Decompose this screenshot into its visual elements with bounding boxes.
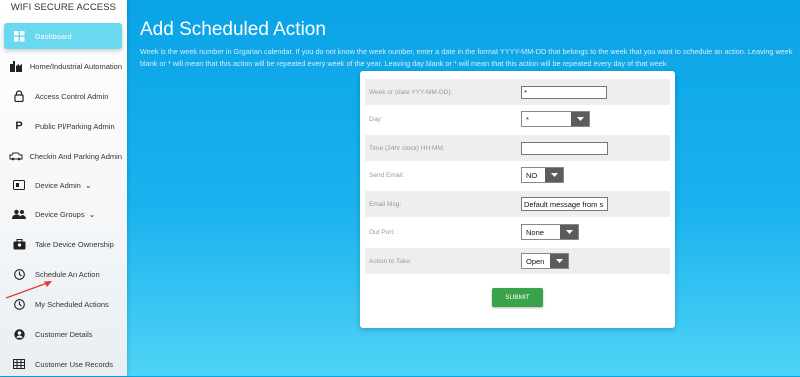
out-port-row: Out Port: None	[365, 219, 670, 245]
action-row: Action to Take: Open	[365, 248, 670, 274]
week-row: Week or (date YYY-MM-DD):	[365, 79, 670, 105]
day-select[interactable]: *	[521, 111, 590, 127]
time-input[interactable]	[521, 141, 608, 155]
action-label: Action to Take:	[369, 257, 412, 265]
sidebar-item-parking-admin[interactable]: P Public Pl/Parking Admin	[4, 113, 122, 139]
sidebar-item-label: Dashboard	[35, 31, 72, 41]
sidebar-item-home-automation[interactable]: Home/Industrial Automation	[4, 53, 122, 79]
out-port-select[interactable]: None	[521, 224, 579, 240]
device-icon	[8, 180, 30, 190]
send-email-label: Send Email:	[369, 171, 405, 179]
parking-icon: P	[15, 120, 23, 132]
sidebar-item-device-admin[interactable]: Device Admin ⌄	[4, 172, 122, 198]
sidebar-item-checkin-parking[interactable]: Checkin And Parking Admin	[4, 143, 122, 169]
action-select[interactable]: Open	[521, 253, 569, 269]
sidebar-item-take-ownership[interactable]: Take Device Ownership	[4, 231, 122, 257]
table-icon	[8, 359, 30, 369]
sidebar-item-device-groups[interactable]: Device Groups ⌄	[4, 201, 122, 227]
week-label: Week or (date YYY-MM-DD):	[369, 88, 453, 96]
day-select-value: *	[526, 114, 529, 124]
action-select-value: Open	[526, 256, 545, 266]
sidebar: WIFI SECURE ACCESS Dashboard Home/Indust…	[0, 0, 127, 376]
chevron-down-icon: ⌄	[88, 209, 96, 219]
car-icon	[8, 151, 24, 161]
email-msg-input[interactable]	[521, 197, 608, 211]
sidebar-item-label: Customer Use Records	[35, 359, 113, 369]
send-email-select-value: NO	[526, 170, 538, 180]
out-port-select-value: None	[526, 227, 544, 237]
sidebar-item-dashboard[interactable]: Dashboard	[4, 23, 122, 49]
sidebar-item-customer-details[interactable]: Customer Details	[4, 321, 122, 347]
email-msg-label: Email Msg:	[369, 200, 402, 208]
page-title: Add Scheduled Action	[140, 19, 326, 40]
page-description: Week is the week number in Grgarian cale…	[140, 47, 793, 68]
brand-title: WIFI SECURE ACCESS	[10, 2, 117, 13]
sidebar-item-label: Customer Details	[35, 329, 93, 339]
week-input[interactable]	[521, 85, 607, 99]
schedule-form: Week or (date YYY-MM-DD): Day: * Time (2…	[360, 71, 675, 328]
user-circle-icon	[8, 328, 30, 340]
sidebar-item-access-control[interactable]: Access Control Admin	[4, 83, 122, 109]
sidebar-item-label: Take Device Ownership	[35, 239, 114, 249]
sidebar-item-label: Device Groups	[35, 209, 85, 219]
annotation-arrow-icon	[5, 281, 52, 299]
email-msg-row: Email Msg:	[365, 191, 670, 217]
sidebar-item-customer-use-records[interactable]: Customer Use Records	[4, 351, 122, 377]
send-email-row: Send Email: NO	[365, 162, 670, 188]
chevron-down-icon	[571, 112, 589, 126]
time-row: Time (24hr clock) HH:MM:	[365, 135, 670, 161]
time-label: Time (24hr clock) HH:MM:	[369, 144, 445, 152]
day-row: Day: *	[365, 106, 670, 132]
sidebar-item-label: Home/Industrial Automation	[29, 61, 122, 71]
chevron-down-icon: ⌄	[84, 180, 92, 190]
ownership-icon	[8, 238, 30, 250]
day-label: Day:	[369, 115, 383, 123]
chevron-down-icon	[545, 168, 563, 182]
submit-button[interactable]: SUBMIT	[492, 288, 543, 307]
sidebar-item-label: Public Pl/Parking Admin	[35, 121, 115, 131]
dashboard-icon	[8, 30, 30, 42]
group-icon	[8, 209, 30, 219]
sidebar-item-label: Checkin And Parking Admin	[29, 151, 122, 161]
chevron-down-icon	[550, 254, 568, 268]
sidebar-item-label: Device Admin	[35, 180, 81, 190]
sidebar-item-label: Access Control Admin	[35, 91, 109, 101]
factory-icon	[8, 60, 25, 72]
lock-icon	[8, 90, 30, 102]
out-port-label: Out Port:	[369, 228, 396, 236]
chevron-down-icon	[560, 225, 578, 239]
send-email-select[interactable]: NO	[521, 167, 564, 183]
